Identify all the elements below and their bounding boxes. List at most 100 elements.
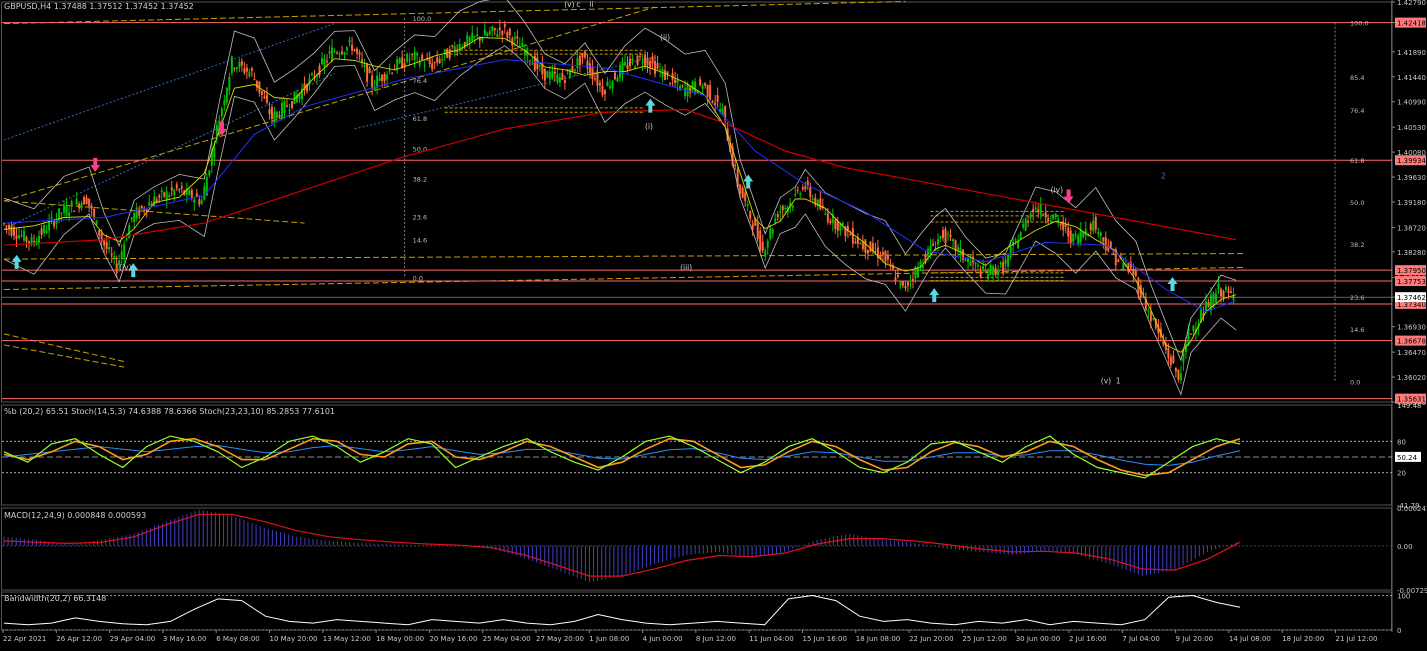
candle-body <box>1032 209 1035 213</box>
candle-body <box>1049 220 1052 222</box>
time-tick-label: 29 Apr 04:00 <box>110 635 156 643</box>
candle-body <box>341 51 344 55</box>
candle-body <box>398 58 401 63</box>
candle-body <box>516 36 519 39</box>
candle-body <box>869 241 872 252</box>
candle-body <box>190 189 193 199</box>
candle-body <box>699 79 702 85</box>
candle-body <box>243 68 246 73</box>
candle-body <box>756 223 759 240</box>
fib-left-label: 0.0 <box>413 274 423 282</box>
candle-body <box>669 82 672 84</box>
candle-body <box>170 187 173 191</box>
candle-body <box>739 184 742 194</box>
candle-body <box>563 80 566 84</box>
candle-body <box>120 251 123 260</box>
candle-body <box>1232 295 1235 300</box>
candle-body <box>80 202 83 209</box>
candle-body <box>143 209 146 211</box>
candle-body <box>891 265 894 270</box>
price-tag-label: 1.37753 <box>1397 278 1426 286</box>
candle-body <box>140 205 143 209</box>
candle-body <box>774 218 777 223</box>
candle-body <box>406 53 409 62</box>
time-tick-label: 1 Jun 08:00 <box>589 635 629 643</box>
candle-body <box>1104 237 1107 251</box>
time-tick-label: 7 Jul 04:00 <box>1122 635 1160 643</box>
candle-body <box>1147 309 1150 312</box>
up-arrow-icon <box>1167 276 1178 291</box>
bandwidth-pane: 100 0 <box>2 592 1410 635</box>
time-tick-label: 2 Jul 16:00 <box>1069 635 1107 643</box>
candle-body <box>641 61 644 64</box>
candle-body <box>644 54 647 66</box>
candle-body <box>163 192 166 197</box>
bollinger-lower <box>3 45 1237 396</box>
candle-body <box>153 196 156 207</box>
candle-body <box>346 47 349 51</box>
candle-body <box>268 109 271 114</box>
candle-body <box>483 29 486 36</box>
chart-window[interactable]: 100.0 76.4 61.8 50.0 38.2 23.6 14.6 0.0 100.0 85.… <box>0 0 1427 647</box>
candle-body <box>964 259 967 261</box>
candle-body <box>1109 241 1112 248</box>
stoch-pane: 149.4850.24-41.798020 <box>2 402 1422 510</box>
time-tick-label: 18 Jun 08:00 <box>856 635 900 643</box>
candle-body <box>498 27 501 31</box>
time-tick-label: 6 May 08:00 <box>216 635 260 643</box>
candle-body <box>228 76 231 91</box>
candle-body <box>1052 214 1055 220</box>
candle-body <box>213 147 216 158</box>
wave-label: (ii) <box>660 33 670 42</box>
candle-body <box>270 107 273 119</box>
candle-body <box>273 111 276 123</box>
down-arrow-icon <box>1063 189 1074 204</box>
candle-body <box>513 36 516 40</box>
wave-label: (iii) <box>680 263 692 272</box>
candle-body <box>629 58 632 67</box>
candle-body <box>841 222 844 225</box>
candle-body <box>674 79 677 83</box>
candle-body <box>573 69 576 71</box>
candle-body <box>155 199 158 202</box>
candle-body <box>423 64 426 66</box>
candle-body <box>759 230 762 251</box>
candle-body <box>631 58 634 62</box>
candle-body <box>711 101 714 103</box>
price-tag-label: 1.37950 <box>1397 267 1426 275</box>
time-tick-label: 27 May 20:00 <box>536 635 584 643</box>
candle-body <box>235 67 238 70</box>
candle-body <box>33 241 36 243</box>
chart-canvas[interactable]: 100.076.461.850.038.223.614.60.0100.085.… <box>0 0 1427 647</box>
channel-line <box>3 344 125 368</box>
candle-body <box>691 81 694 91</box>
candle-body <box>401 57 404 69</box>
candle-body <box>1044 212 1047 218</box>
candle-body <box>73 211 76 213</box>
candle-body <box>108 247 111 250</box>
fib-right-label: 50.0 <box>1350 199 1364 207</box>
stoch-pane-header: %b (20,2) 65.51 Stoch(14,5,3) 74.6388 78… <box>4 407 336 416</box>
candle-body <box>749 211 752 219</box>
candle-body <box>1092 220 1095 232</box>
candle-body <box>1117 259 1120 263</box>
candle-body <box>583 51 586 58</box>
time-tick-label: 10 May 20:00 <box>270 635 318 643</box>
candle-body <box>413 51 416 60</box>
price-tick-label: 1.38280 <box>1397 249 1426 257</box>
candle-body <box>656 63 659 69</box>
candle-body <box>676 79 679 84</box>
candle-body <box>1064 224 1067 227</box>
candle-body <box>421 54 424 61</box>
candle-body <box>939 235 942 239</box>
candle-body <box>93 208 96 217</box>
candle-body <box>1069 230 1072 244</box>
fib-right-label: 0.0 <box>1350 379 1360 387</box>
candle-body <box>538 65 541 67</box>
candle-body <box>68 212 71 216</box>
candle-body <box>1059 223 1062 226</box>
candle-body <box>188 190 191 195</box>
candle-body <box>1067 227 1070 237</box>
candle-body <box>135 207 138 219</box>
candle-body <box>1152 318 1155 320</box>
